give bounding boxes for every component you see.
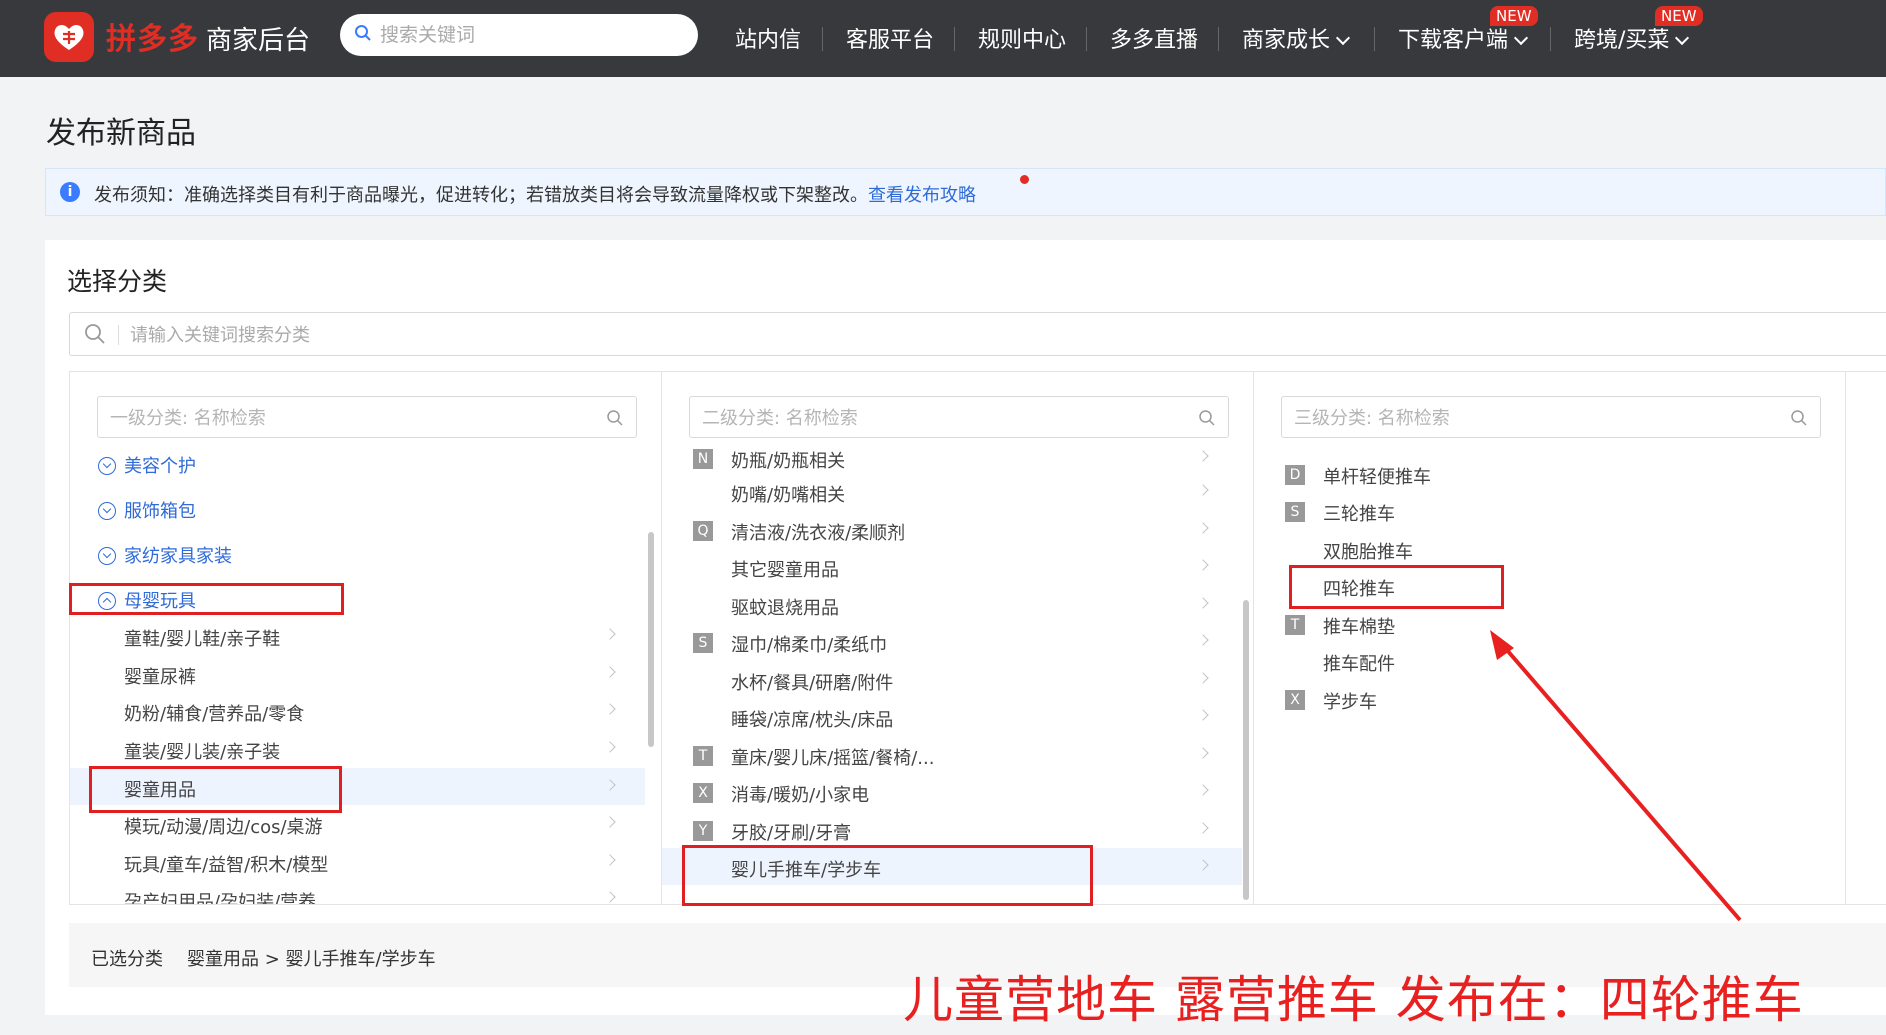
annotation-text: 儿童营地车 露营推车 发布在：四轮推车 <box>903 971 1804 1029</box>
annotation-arrow <box>1490 630 1742 922</box>
